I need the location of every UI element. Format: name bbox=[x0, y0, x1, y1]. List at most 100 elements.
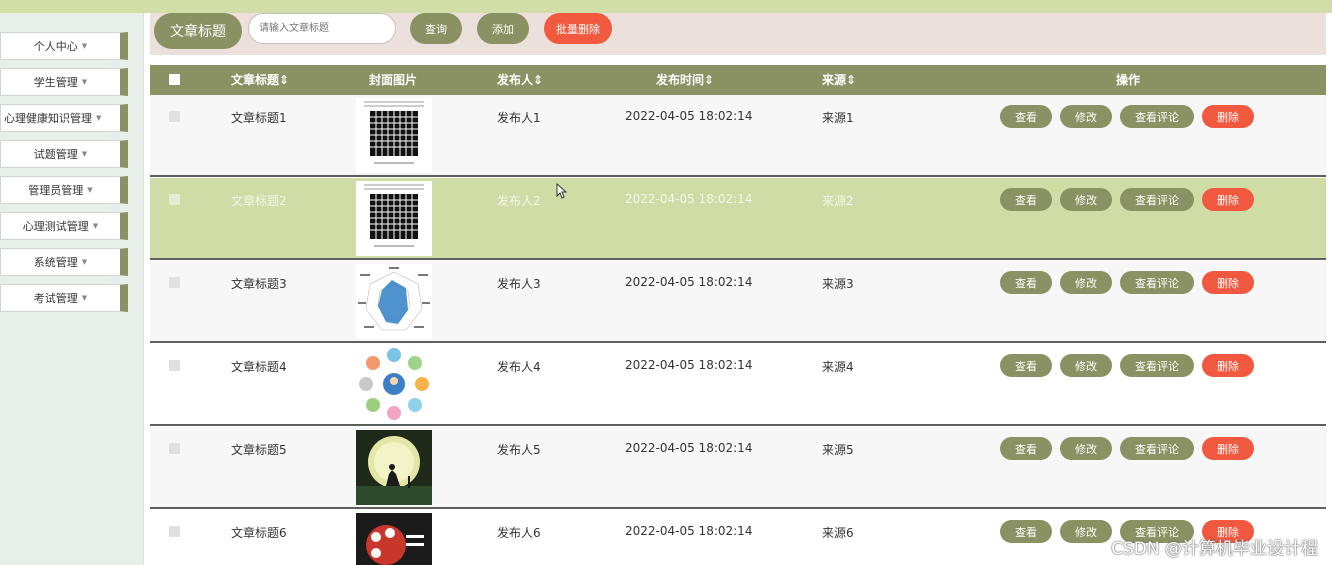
top-bar bbox=[0, 0, 1332, 13]
sidebar-item-label: 管理员管理 bbox=[28, 184, 84, 197]
chevron-down-icon: ▼ bbox=[81, 294, 88, 302]
delete-button[interactable]: 删除 bbox=[1202, 437, 1254, 460]
add-button[interactable]: 添加 bbox=[477, 13, 529, 44]
column-header-source[interactable]: 来源⇕ bbox=[822, 65, 856, 95]
column-header-title[interactable]: 文章标题⇕ bbox=[231, 65, 289, 95]
row-checkbox[interactable] bbox=[169, 360, 180, 371]
table-header: 文章标题⇕ 封面图片 发布人⇕ 发布时间⇕ 来源⇕ 操作 bbox=[150, 65, 1326, 95]
sidebar-item-label: 学生管理 bbox=[33, 76, 78, 89]
row-time: 2022-04-05 18:02:14 bbox=[625, 192, 753, 206]
view-comments-button[interactable]: 查看评论 bbox=[1120, 437, 1194, 460]
column-header-time[interactable]: 发布时间⇕ bbox=[656, 65, 714, 95]
row-title: 文章标题2 bbox=[231, 194, 287, 208]
cover-image bbox=[356, 98, 432, 173]
chevron-down-icon: ▼ bbox=[87, 186, 93, 194]
cover-image bbox=[356, 513, 432, 565]
sidebar-item-system[interactable]: 系统管理 ▼ bbox=[0, 248, 128, 276]
view-comments-button[interactable]: 查看评论 bbox=[1120, 105, 1194, 128]
row-time: 2022-04-05 18:02:14 bbox=[625, 109, 753, 123]
batch-delete-button[interactable]: 批量删除 bbox=[544, 13, 612, 44]
row-publisher: 发布人1 bbox=[497, 111, 541, 125]
search-toolbar: 文章标题 查询 添加 批量删除 bbox=[150, 13, 1326, 55]
sort-icon: ⇕ bbox=[846, 73, 857, 87]
view-button[interactable]: 查看 bbox=[1000, 437, 1052, 460]
chevron-down-icon: ▼ bbox=[81, 150, 88, 158]
row-checkbox[interactable] bbox=[169, 277, 180, 288]
chevron-down-icon: ▼ bbox=[92, 222, 99, 230]
row-source: 来源6 bbox=[822, 526, 854, 540]
row-source: 来源4 bbox=[822, 360, 854, 374]
sidebar-item-students[interactable]: 学生管理 ▼ bbox=[0, 68, 128, 96]
sidebar-item-label: 心理健康知识管理 bbox=[4, 112, 92, 125]
search-field-label: 文章标题 bbox=[154, 13, 242, 49]
row-checkbox[interactable] bbox=[169, 194, 180, 205]
view-comments-button[interactable]: 查看评论 bbox=[1120, 188, 1194, 211]
column-header-publisher[interactable]: 发布人⇕ bbox=[497, 65, 543, 95]
main-content: 文章标题 查询 添加 批量删除 文章标题⇕ 封面图片 发布人⇕ 发布时间⇕ 来源… bbox=[150, 13, 1326, 565]
row-checkbox[interactable] bbox=[169, 443, 180, 454]
psych-test-image-icon bbox=[356, 513, 432, 565]
grid-image-icon bbox=[356, 98, 432, 173]
sidebar-item-label: 试题管理 bbox=[33, 148, 78, 161]
row-publisher: 发布人6 bbox=[497, 526, 541, 540]
sidebar-item-mental-health[interactable]: 心理健康知识管理 ▼ bbox=[0, 104, 128, 132]
edit-button[interactable]: 修改 bbox=[1060, 105, 1112, 128]
cover-image bbox=[356, 347, 432, 422]
sidebar-item-personal-center[interactable]: 个人中心 ▼ bbox=[0, 32, 128, 60]
row-checkbox[interactable] bbox=[169, 111, 180, 122]
view-button[interactable]: 查看 bbox=[1000, 271, 1052, 294]
row-publisher: 发布人4 bbox=[497, 360, 541, 374]
edit-button[interactable]: 修改 bbox=[1060, 520, 1112, 543]
table-row: 文章标题4 发布人4 2022-04-05 18:02:14 来源4 查看 修改… bbox=[150, 344, 1326, 426]
row-source: 来源3 bbox=[822, 277, 854, 291]
sidebar-item-questions[interactable]: 试题管理 ▼ bbox=[0, 140, 128, 168]
delete-button[interactable]: 删除 bbox=[1202, 105, 1254, 128]
view-button[interactable]: 查看 bbox=[1000, 105, 1052, 128]
watermark: CSDN @计算机毕业设计程 bbox=[1111, 539, 1318, 559]
row-title: 文章标题5 bbox=[231, 443, 287, 457]
table-row: 文章标题1 发布人1 2022-04-05 18:02:14 来源1 查看 修改… bbox=[150, 95, 1326, 177]
query-button[interactable]: 查询 bbox=[410, 13, 462, 44]
chevron-down-icon: ▼ bbox=[81, 42, 88, 50]
grid-image-icon bbox=[356, 181, 432, 256]
table-row: 文章标题5 发布人5 2022-04-05 18:02:14 来源5 查看 修改… bbox=[150, 427, 1326, 509]
sidebar: 个人中心 ▼ 学生管理 ▼ 心理健康知识管理 ▼ 试题管理 ▼ 管理员管理 ▼ 心理测试管… bbox=[0, 13, 144, 565]
row-publisher: 发布人2 bbox=[497, 194, 541, 208]
edit-button[interactable]: 修改 bbox=[1060, 271, 1112, 294]
row-time: 2022-04-05 18:02:14 bbox=[625, 275, 753, 289]
row-source: 来源1 bbox=[822, 111, 854, 125]
cover-image bbox=[356, 181, 432, 256]
view-comments-button[interactable]: 查看评论 bbox=[1120, 354, 1194, 377]
row-title: 文章标题6 bbox=[231, 526, 287, 540]
row-checkbox[interactable] bbox=[169, 526, 180, 537]
delete-button[interactable]: 删除 bbox=[1202, 188, 1254, 211]
edit-button[interactable]: 修改 bbox=[1060, 188, 1112, 211]
edit-button[interactable]: 修改 bbox=[1060, 437, 1112, 460]
row-publisher: 发布人3 bbox=[497, 277, 541, 291]
sort-icon: ⇕ bbox=[704, 73, 715, 87]
sidebar-item-label: 个人中心 bbox=[33, 40, 78, 53]
edit-button[interactable]: 修改 bbox=[1060, 354, 1112, 377]
row-title: 文章标题4 bbox=[231, 360, 287, 374]
view-button[interactable]: 查看 bbox=[1000, 354, 1052, 377]
row-source: 来源5 bbox=[822, 443, 854, 457]
sidebar-item-exams[interactable]: 考试管理 ▼ bbox=[0, 284, 128, 312]
table-row: 文章标题2 发布人2 2022-04-05 18:02:14 来源2 查看 修改… bbox=[150, 178, 1326, 260]
view-comments-button[interactable]: 查看评论 bbox=[1120, 271, 1194, 294]
row-title: 文章标题3 bbox=[231, 277, 287, 291]
chevron-down-icon: ▼ bbox=[81, 258, 88, 266]
row-time: 2022-04-05 18:02:14 bbox=[625, 441, 753, 455]
sidebar-item-label: 心理测试管理 bbox=[22, 220, 89, 233]
sidebar-item-admins[interactable]: 管理员管理 ▼ bbox=[0, 176, 128, 204]
view-button[interactable]: 查看 bbox=[1000, 188, 1052, 211]
delete-button[interactable]: 删除 bbox=[1202, 354, 1254, 377]
chevron-down-icon: ▼ bbox=[81, 78, 88, 86]
delete-button[interactable]: 删除 bbox=[1202, 271, 1254, 294]
select-all-checkbox[interactable] bbox=[169, 74, 180, 85]
search-input[interactable] bbox=[248, 13, 396, 44]
sort-icon: ⇕ bbox=[279, 73, 290, 87]
sidebar-item-label: 考试管理 bbox=[33, 292, 78, 305]
row-title: 文章标题1 bbox=[231, 111, 287, 125]
sidebar-item-psych-tests[interactable]: 心理测试管理 ▼ bbox=[0, 212, 128, 240]
view-button[interactable]: 查看 bbox=[1000, 520, 1052, 543]
